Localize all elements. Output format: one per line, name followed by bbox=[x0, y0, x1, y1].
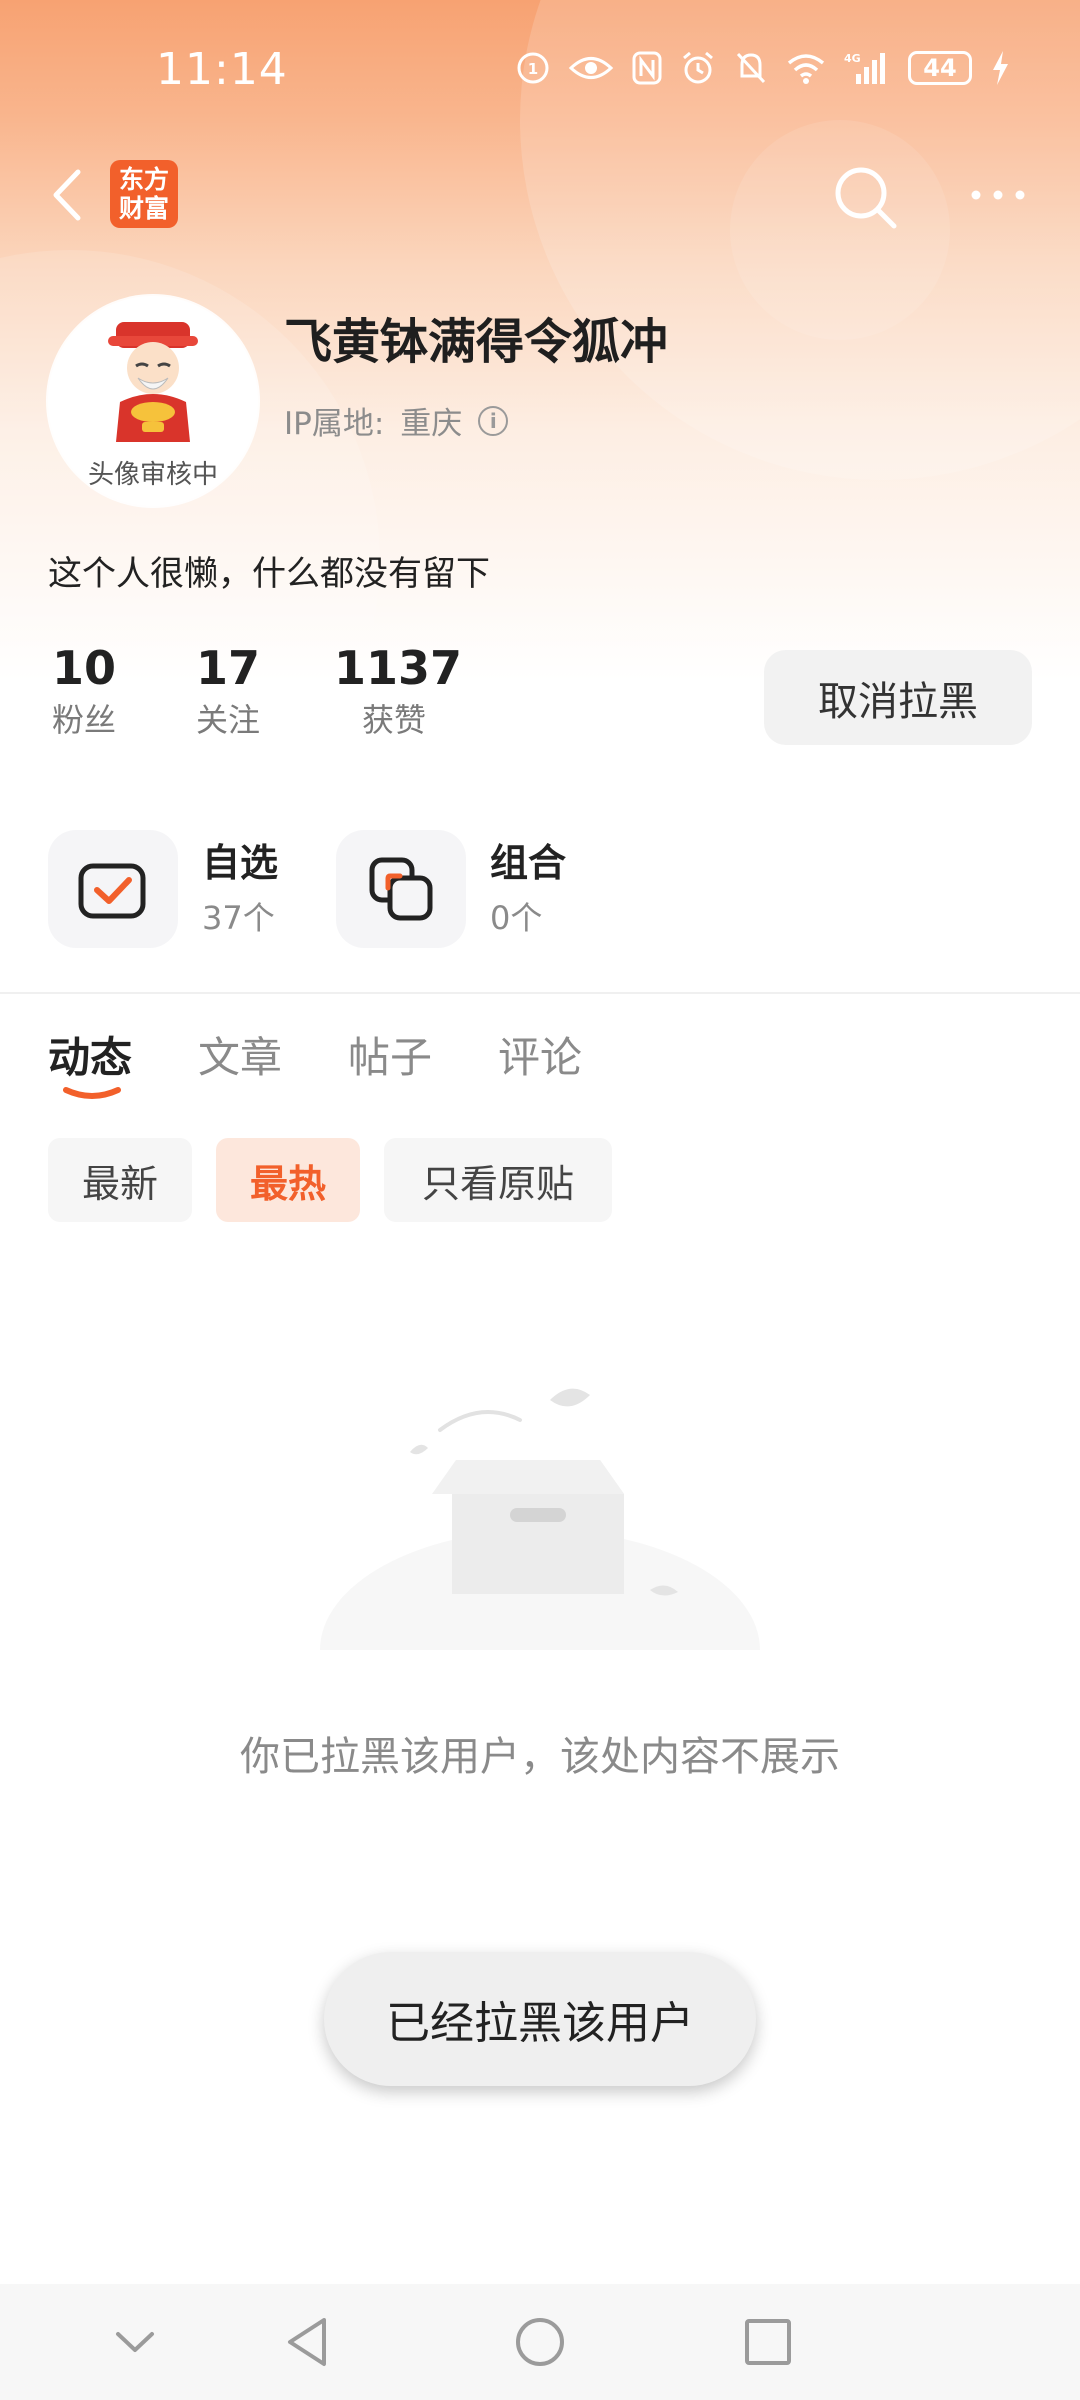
watchlist-icon-box bbox=[48, 830, 178, 948]
filter-original-only[interactable]: 只看原贴 bbox=[384, 1138, 612, 1222]
nav-back-icon[interactable] bbox=[282, 2314, 332, 2370]
search-icon bbox=[835, 167, 897, 229]
nav-recents-icon[interactable] bbox=[742, 2316, 794, 2368]
ip-location-row: IP属地: 重庆 i bbox=[284, 398, 509, 443]
filter-hottest[interactable]: 最热 bbox=[216, 1138, 360, 1222]
more-button[interactable] bbox=[968, 180, 1028, 210]
stat-value: 17 bbox=[195, 641, 260, 695]
stat-followers[interactable]: 10 粉丝 bbox=[48, 638, 120, 742]
portfolio-icon-box bbox=[336, 830, 466, 948]
shortcut-watchlist[interactable]: 自选 37个 bbox=[48, 830, 278, 948]
app-logo-line: 财富 bbox=[118, 194, 169, 223]
nav-home-icon[interactable] bbox=[514, 2314, 566, 2370]
active-tab-indicator bbox=[63, 1087, 121, 1099]
tab-posts[interactable]: 帖子 bbox=[348, 1024, 432, 1085]
avatar-caption: 头像审核中 bbox=[87, 460, 218, 490]
portfolio-stack-icon bbox=[369, 857, 433, 921]
nfc-badge-icon: 1 bbox=[517, 52, 549, 84]
battery-icon: 44 bbox=[908, 51, 972, 85]
ip-location: 重庆 bbox=[400, 406, 463, 442]
stat-label: 获赞 bbox=[361, 701, 426, 739]
status-icons: 1 4G 44 bbox=[516, 50, 1010, 86]
empty-state-message: 你已拉黑该用户，该处内容不展示 bbox=[240, 1734, 840, 1780]
app-logo-line: 东方 bbox=[118, 165, 169, 194]
shortcut-portfolio[interactable]: 组合 0个 bbox=[336, 830, 566, 948]
status-time: 11:14 bbox=[156, 44, 288, 95]
stat-label: 关注 bbox=[195, 701, 260, 739]
nfc-icon bbox=[632, 51, 662, 85]
charging-icon bbox=[993, 51, 1008, 85]
eye-icon bbox=[568, 57, 614, 79]
system-nav-bar bbox=[0, 2284, 1080, 2400]
stat-value: 10 bbox=[51, 641, 116, 695]
shortcut-count: 0个 bbox=[490, 899, 543, 937]
profile-bio: 这个人很懒，什么都没有留下 bbox=[48, 554, 490, 594]
shortcut-count: 37个 bbox=[202, 899, 275, 937]
section-divider bbox=[0, 992, 1080, 994]
back-button[interactable] bbox=[42, 160, 92, 230]
mute-bell-icon bbox=[736, 52, 766, 84]
tab-dynamics[interactable]: 动态 bbox=[48, 1024, 132, 1085]
stat-likes[interactable]: 1137 获赞 bbox=[334, 638, 463, 742]
ip-label: IP属地: bbox=[284, 406, 385, 442]
stat-value: 1137 bbox=[334, 641, 463, 695]
checkbox-icon bbox=[78, 863, 146, 919]
fortune-god-avatar-icon bbox=[108, 322, 198, 442]
status-bar: 11:14 1 4G 44 bbox=[0, 0, 1080, 140]
app-logo: 东方 财富 bbox=[110, 160, 178, 228]
svg-text:4G: 4G bbox=[844, 52, 861, 65]
info-icon[interactable]: i bbox=[478, 405, 509, 436]
filter-latest[interactable]: 最新 bbox=[48, 1138, 192, 1222]
username: 飞黄钵满得令狐冲 bbox=[284, 314, 669, 370]
wifi-icon bbox=[787, 54, 825, 84]
alarm-icon bbox=[683, 51, 713, 84]
more-dots-icon bbox=[971, 190, 1025, 200]
unblock-button[interactable]: 取消拉黑 bbox=[764, 650, 1032, 745]
shortcut-title: 组合 bbox=[490, 841, 567, 885]
tab-articles[interactable]: 文章 bbox=[198, 1024, 282, 1085]
empty-box-illustration bbox=[310, 1388, 770, 1670]
tab-comments[interactable]: 评论 bbox=[498, 1024, 582, 1085]
battery-level: 44 bbox=[923, 54, 957, 82]
svg-text:1: 1 bbox=[528, 60, 538, 78]
toast-message: 已经拉黑该用户 bbox=[324, 1952, 756, 2086]
stat-following[interactable]: 17 关注 bbox=[192, 638, 264, 742]
cellular-signal-icon: 4G bbox=[844, 52, 885, 84]
chevron-left-icon bbox=[53, 169, 81, 221]
stat-label: 粉丝 bbox=[51, 701, 116, 739]
avatar[interactable]: 头像审核中 bbox=[48, 296, 258, 506]
search-button[interactable] bbox=[830, 162, 900, 232]
shortcut-text: 自选 37个 bbox=[202, 837, 278, 941]
chevron-down-icon[interactable] bbox=[110, 2324, 160, 2360]
shortcut-title: 自选 bbox=[202, 841, 279, 885]
shortcut-text: 组合 0个 bbox=[490, 837, 566, 941]
